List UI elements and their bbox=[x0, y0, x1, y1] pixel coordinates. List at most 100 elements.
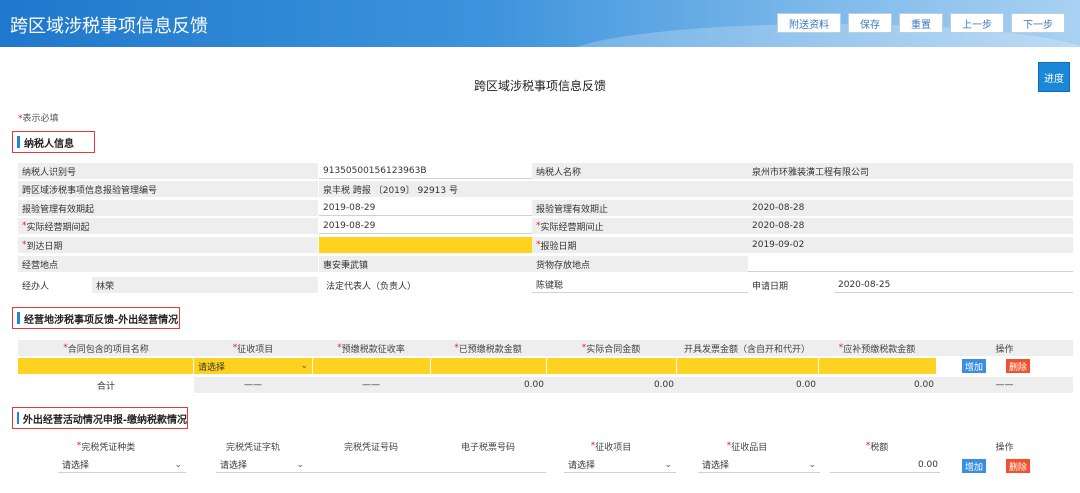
chevron-down-icon: ⌄ bbox=[174, 459, 182, 470]
section-tax-payment: 外出经营活动情况申报-缴纳税款情况 bbox=[12, 407, 188, 429]
taxpayer-row: 经营地点 惠安秉武镇 货物存放地点 bbox=[18, 256, 1073, 272]
voucher-track-select[interactable]: 请选择 ⌄ bbox=[216, 457, 308, 473]
voucher-type-select[interactable]: 请选择 ⌄ bbox=[58, 457, 186, 473]
legal-rep-value: 陈键聪 bbox=[532, 277, 748, 293]
taxpayer-row-last: 经办人 林荣 法定代表人（负责人） 陈键聪 申请日期 2020-08-25 bbox=[18, 277, 1073, 293]
section-title: 经营地涉税事项反馈-外出经营情况 bbox=[24, 314, 179, 326]
col-supplement-amount: * 应补预缴税款金额 bbox=[818, 340, 936, 356]
total-supplement-amount: 0.00 bbox=[818, 377, 936, 393]
taxpayer-row: * 到达日期 * 报验日期 2019-09-02 bbox=[18, 237, 1073, 253]
project-name-input[interactable] bbox=[18, 358, 193, 374]
field-label: * 到达日期 bbox=[18, 237, 318, 253]
taxpayer-row: 跨区域涉税事项信息报验管理编号 泉丰税 跨报 〔2019〕 92913 号 bbox=[18, 181, 1073, 197]
tax-item-select[interactable]: 请选择 ⌄ bbox=[564, 457, 676, 473]
field-value: 2019-08-29 bbox=[319, 218, 532, 234]
prev-step-button[interactable]: 上一步 bbox=[950, 13, 1004, 33]
col-tax-amount: * 税额 bbox=[818, 438, 936, 454]
payment-table-header: * 完税凭证种类 完税凭证字轨 完税凭证号码 电子税票号码 * 征收项目 * 征收品目… bbox=[18, 438, 1073, 454]
section-marker bbox=[17, 136, 20, 148]
section-title: 外出经营活动情况申报-缴纳税款情况 bbox=[22, 414, 187, 426]
save-button[interactable]: 保存 bbox=[848, 13, 892, 33]
col-tax-category: * 征收品目 bbox=[676, 438, 818, 454]
col-contract-amount: * 实际合同金额 bbox=[546, 340, 676, 356]
field-value: 2020-08-28 bbox=[748, 200, 1073, 216]
apply-date-value: 2020-08-25 bbox=[834, 277, 1073, 293]
required-note: *表示必填 bbox=[18, 114, 59, 124]
field-value: 惠安秉武镇 bbox=[319, 256, 532, 272]
field-label: 经营地点 bbox=[18, 256, 318, 272]
col-voucher-number: 完税凭证号码 bbox=[312, 438, 430, 454]
progress-button[interactable]: 进度 bbox=[1038, 62, 1070, 92]
field-value[interactable] bbox=[319, 237, 532, 253]
delete-row-button[interactable]: 删除 bbox=[1006, 359, 1030, 373]
total-invoice-amount: 0.00 bbox=[676, 377, 818, 393]
field-value: 泉丰税 跨报 〔2019〕 92913 号 bbox=[319, 181, 532, 197]
section-taxpayer-info: 纳税人信息 bbox=[12, 131, 95, 153]
field-label: 货物存放地点 bbox=[532, 256, 748, 272]
add-row-button[interactable]: 增加 bbox=[962, 359, 986, 373]
field-label: * 实际经营期间止 bbox=[532, 218, 748, 234]
chevron-down-icon: ⌄ bbox=[664, 459, 672, 470]
field-label: 纳税人识别号 bbox=[18, 163, 318, 179]
business-table-header: * 合同包含的项目名称 * 征收项目 * 预缴税款征收率 * 已预缴税款金额 * 实际合同… bbox=[18, 340, 1073, 356]
app-title: 跨区域涉税事项信息反馈 bbox=[10, 16, 208, 37]
chevron-down-icon: ⌄ bbox=[300, 361, 308, 371]
total-label: 合计 bbox=[18, 377, 194, 393]
total-tax-item: —— bbox=[194, 377, 312, 393]
invoice-amount-input[interactable] bbox=[677, 358, 818, 374]
col-prepay-rate: * 预缴税款征收率 bbox=[312, 340, 430, 356]
field-value: 泉州市环雅装潢工程有限公司 bbox=[748, 163, 1073, 179]
col-project-name: * 合同包含的项目名称 bbox=[18, 340, 194, 356]
field-label: * 实际经营期间起 bbox=[18, 218, 318, 234]
tax-category-select[interactable]: 请选择 ⌄ bbox=[698, 457, 820, 473]
tax-amount-input[interactable]: 0.00 bbox=[830, 457, 940, 473]
agent-value: 林荣 bbox=[92, 277, 318, 293]
col-action: 操作 bbox=[936, 340, 1073, 356]
section-marker bbox=[17, 312, 20, 324]
field-label: 报验管理有效期起 bbox=[18, 200, 318, 216]
col-voucher-track: 完税凭证字轨 bbox=[194, 438, 312, 454]
total-prepay-rate: —— bbox=[312, 377, 430, 393]
field-label: 跨区域涉税事项信息报验管理编号 bbox=[18, 181, 318, 197]
total-action: —— bbox=[936, 377, 1073, 393]
business-total-row: 合计 —— —— 0.00 0.00 0.00 0.00 —— bbox=[18, 377, 1073, 393]
col-tax-item: * 征收项目 bbox=[194, 340, 312, 356]
voucher-number-input[interactable] bbox=[308, 457, 546, 473]
next-step-button[interactable]: 下一步 bbox=[1011, 13, 1065, 33]
prepaid-amount-input[interactable] bbox=[431, 358, 546, 374]
col-invoice-amount: 开具发票金额（含自开和代开） bbox=[676, 340, 818, 356]
field-value: 2020-08-28 bbox=[748, 218, 1073, 234]
col-prepaid-amount: * 已预缴税款金额 bbox=[430, 340, 546, 356]
agent-label: 经办人 bbox=[18, 277, 92, 293]
chevron-down-icon: ⌄ bbox=[296, 459, 304, 470]
delete-row-button[interactable]: 删除 bbox=[1006, 459, 1030, 473]
payment-table-row: 请选择 ⌄ 请选择 ⌄ 请选择 ⌄ 请选择 ⌄ 0.00 增加 删除 bbox=[18, 457, 1073, 475]
field-value bbox=[748, 256, 1073, 272]
contract-amount-input[interactable] bbox=[547, 358, 676, 374]
total-contract-amount: 0.00 bbox=[546, 377, 676, 393]
field-value: 2019-08-29 bbox=[319, 200, 532, 216]
taxpayer-row: 报验管理有效期起 2019-08-29 报验管理有效期止 2020-08-28 bbox=[18, 200, 1073, 216]
apply-date-label: 申请日期 bbox=[748, 277, 834, 293]
field-label bbox=[532, 181, 748, 197]
field-label: 报验管理有效期止 bbox=[532, 200, 748, 216]
section-marker bbox=[17, 412, 19, 424]
business-table-row: 请选择 ⌄ 增加 删除 bbox=[18, 358, 1073, 374]
supplement-amount-input[interactable] bbox=[819, 358, 936, 374]
tax-item-select[interactable]: 请选择 ⌄ bbox=[194, 358, 312, 374]
section-title: 纳税人信息 bbox=[24, 138, 74, 150]
attach-docs-button[interactable]: 附送资料 bbox=[777, 13, 841, 33]
col-tax-item: * 征收项目 bbox=[546, 438, 676, 454]
total-prepaid-amount: 0.00 bbox=[430, 377, 546, 393]
col-action: 操作 bbox=[936, 438, 1073, 454]
chevron-down-icon: ⌄ bbox=[808, 459, 816, 470]
taxpayer-row: 纳税人识别号 91350500156123963B 纳税人名称 泉州市环雅装潢工程有限… bbox=[18, 163, 1073, 179]
reset-button[interactable]: 重置 bbox=[899, 13, 943, 33]
col-e-ticket-number: 电子税票号码 bbox=[430, 438, 546, 454]
taxpayer-row: * 实际经营期间起 2019-08-29 * 实际经营期间止 2020-08-28 bbox=[18, 218, 1073, 234]
legal-rep-label: 法定代表人（负责人） bbox=[322, 277, 532, 293]
prepay-rate-input[interactable] bbox=[313, 358, 430, 374]
add-row-button[interactable]: 增加 bbox=[962, 459, 986, 473]
field-value: 2019-09-02 bbox=[748, 237, 1073, 253]
field-value: 91350500156123963B bbox=[319, 163, 532, 179]
